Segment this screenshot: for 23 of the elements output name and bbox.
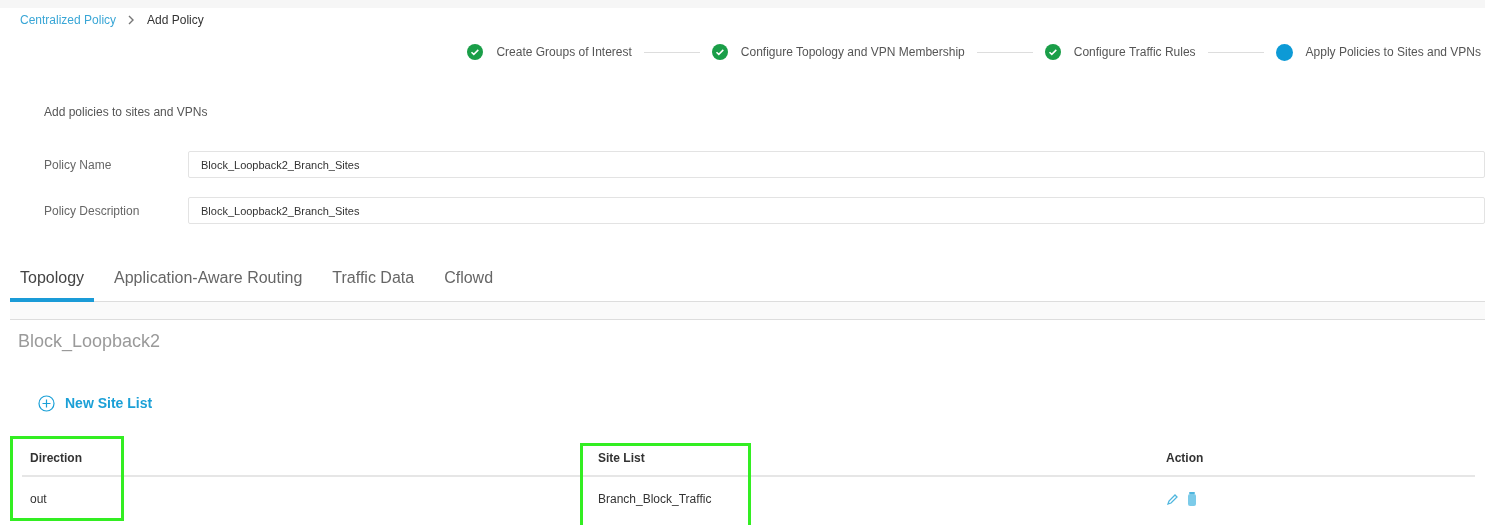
section-title: Add policies to sites and VPNs [44,104,208,121]
tab[interactable]: Cflowd [434,258,504,302]
column-header: Direction [29,450,82,467]
step-label: Create Groups of Interest [496,44,632,61]
breadcrumb-current: Add Policy [147,12,204,29]
text-field[interactable]: Block_Loopback2_Branch_Sites [188,197,1485,224]
chevron-icon [128,15,136,25]
text-field[interactable]: Block_Loopback2_Branch_Sites [188,151,1485,178]
table-cell-text: Branch_Block_Traffic [598,491,712,508]
step-label: Apply Policies to Sites and VPNs [1305,44,1481,61]
step-label: Configure Topology and VPN Membership [740,44,965,61]
field-label: Policy Name [44,156,113,174]
tab[interactable]: Traffic Data [322,258,425,302]
tab[interactable]: Application-Aware Routing [104,258,313,302]
plus-circle-icon [38,395,55,412]
edit-icon[interactable] [1166,492,1179,506]
policy-title: Block_Loopback2 [18,330,161,354]
step-label: Configure Traffic Rules [1073,44,1196,61]
table-cell-text: out [30,491,47,508]
trash-icon[interactable] [1187,491,1197,507]
column-header: Action [1165,450,1204,467]
field-label: Policy Description [44,202,141,220]
column-header: Site List [597,450,645,467]
